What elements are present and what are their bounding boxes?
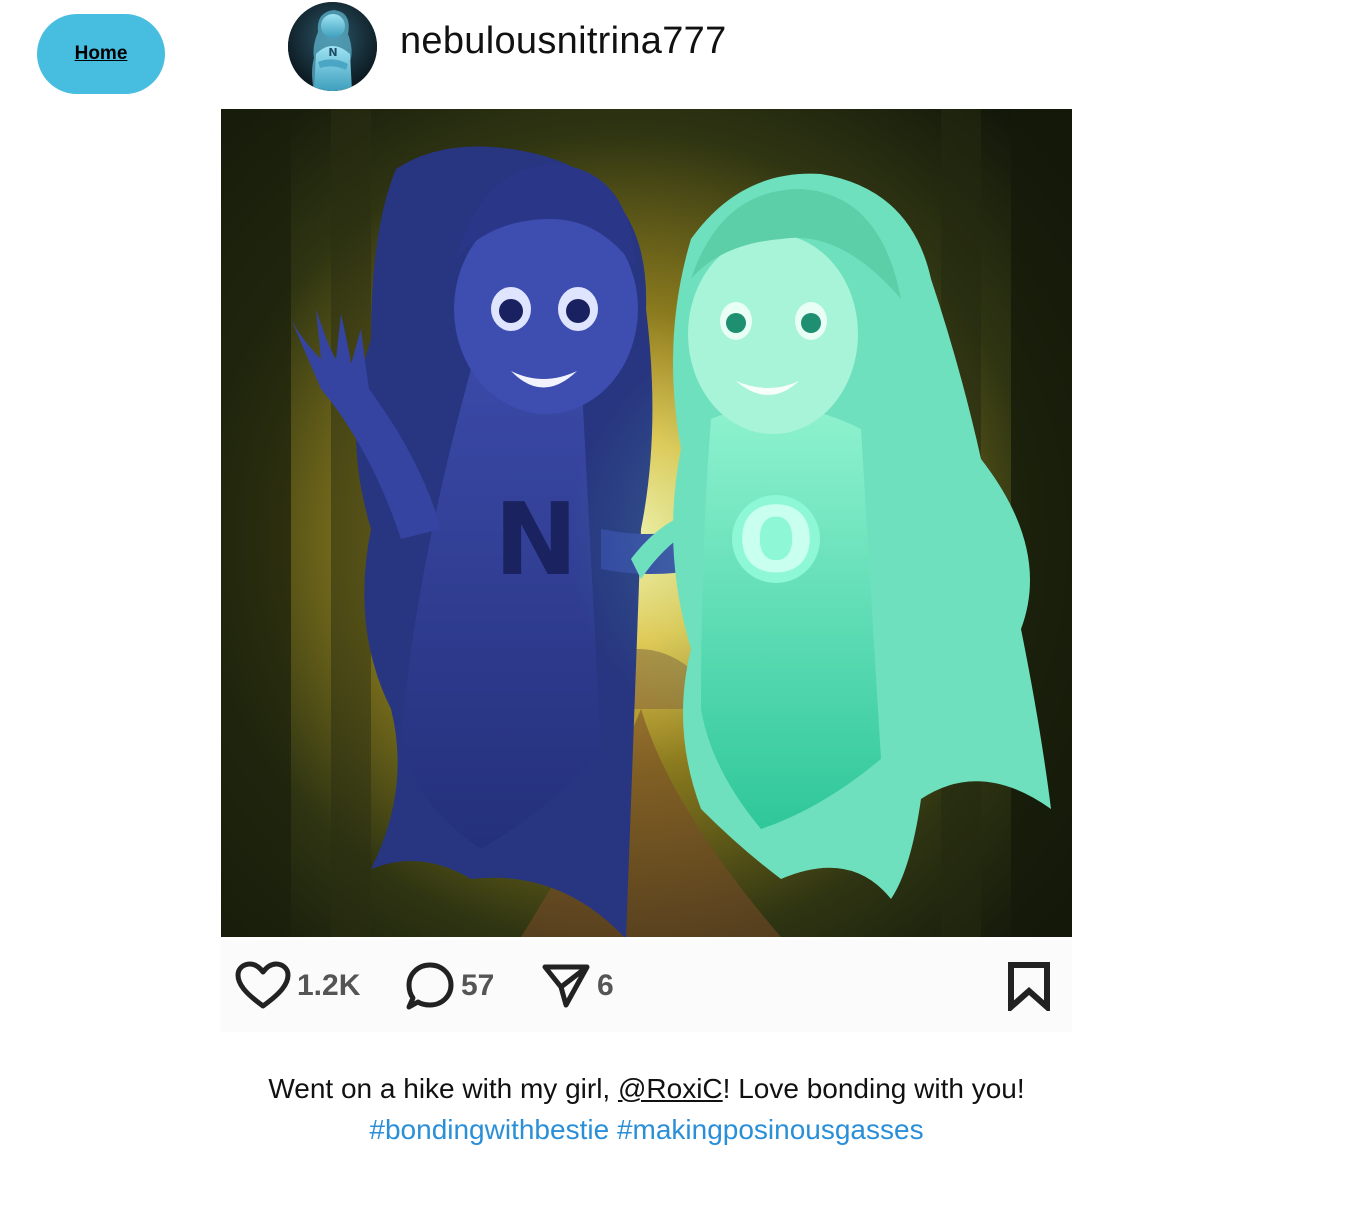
profile-avatar[interactable]: N <box>288 2 377 91</box>
avatar-letter: N <box>328 46 337 59</box>
ghost-avatar-icon: N <box>288 2 377 91</box>
two-ghost-girls-forest-illustration-icon: N O <box>221 109 1072 937</box>
caption-text-after: ! Love bonding with you! <box>722 1073 1025 1104</box>
comment-bubble-icon <box>406 962 454 1010</box>
send-icon <box>542 964 590 1008</box>
heart-icon <box>235 961 291 1009</box>
share-button[interactable]: 6 <box>541 940 614 1032</box>
bookmark-icon <box>1008 962 1050 1011</box>
caption-line: Went on a hike with my girl, @RoxiC! Lov… <box>221 1068 1072 1109</box>
like-count: 1.2K <box>297 969 361 1002</box>
save-button[interactable] <box>1006 940 1052 1032</box>
post-image[interactable]: N O <box>221 109 1072 937</box>
caption-text-before: Went on a hike with my girl, <box>268 1073 618 1104</box>
hashtag-link[interactable]: #bondingwithbestie <box>369 1114 609 1145</box>
comment-count: 57 <box>461 969 495 1002</box>
right-ghost-letter: O <box>738 488 815 593</box>
mention-link[interactable]: @RoxiC <box>618 1073 723 1104</box>
hashtag-link[interactable]: #makingposinousgasses <box>617 1114 924 1145</box>
left-ghost-letter: N <box>494 481 578 598</box>
comment-button[interactable]: 57 <box>405 940 494 1032</box>
share-count: 6 <box>597 969 614 1002</box>
post-caption: Went on a hike with my girl, @RoxiC! Lov… <box>221 1068 1072 1150</box>
like-button[interactable]: 1.2K <box>235 940 360 1032</box>
home-button[interactable]: Home <box>37 14 165 94</box>
username[interactable]: nebulousnitrina777 <box>400 20 727 63</box>
hashtag-line: #bondingwithbestie #makingposinousgasses <box>221 1109 1072 1150</box>
post-actions-bar: 1.2K 57 6 <box>221 940 1072 1032</box>
